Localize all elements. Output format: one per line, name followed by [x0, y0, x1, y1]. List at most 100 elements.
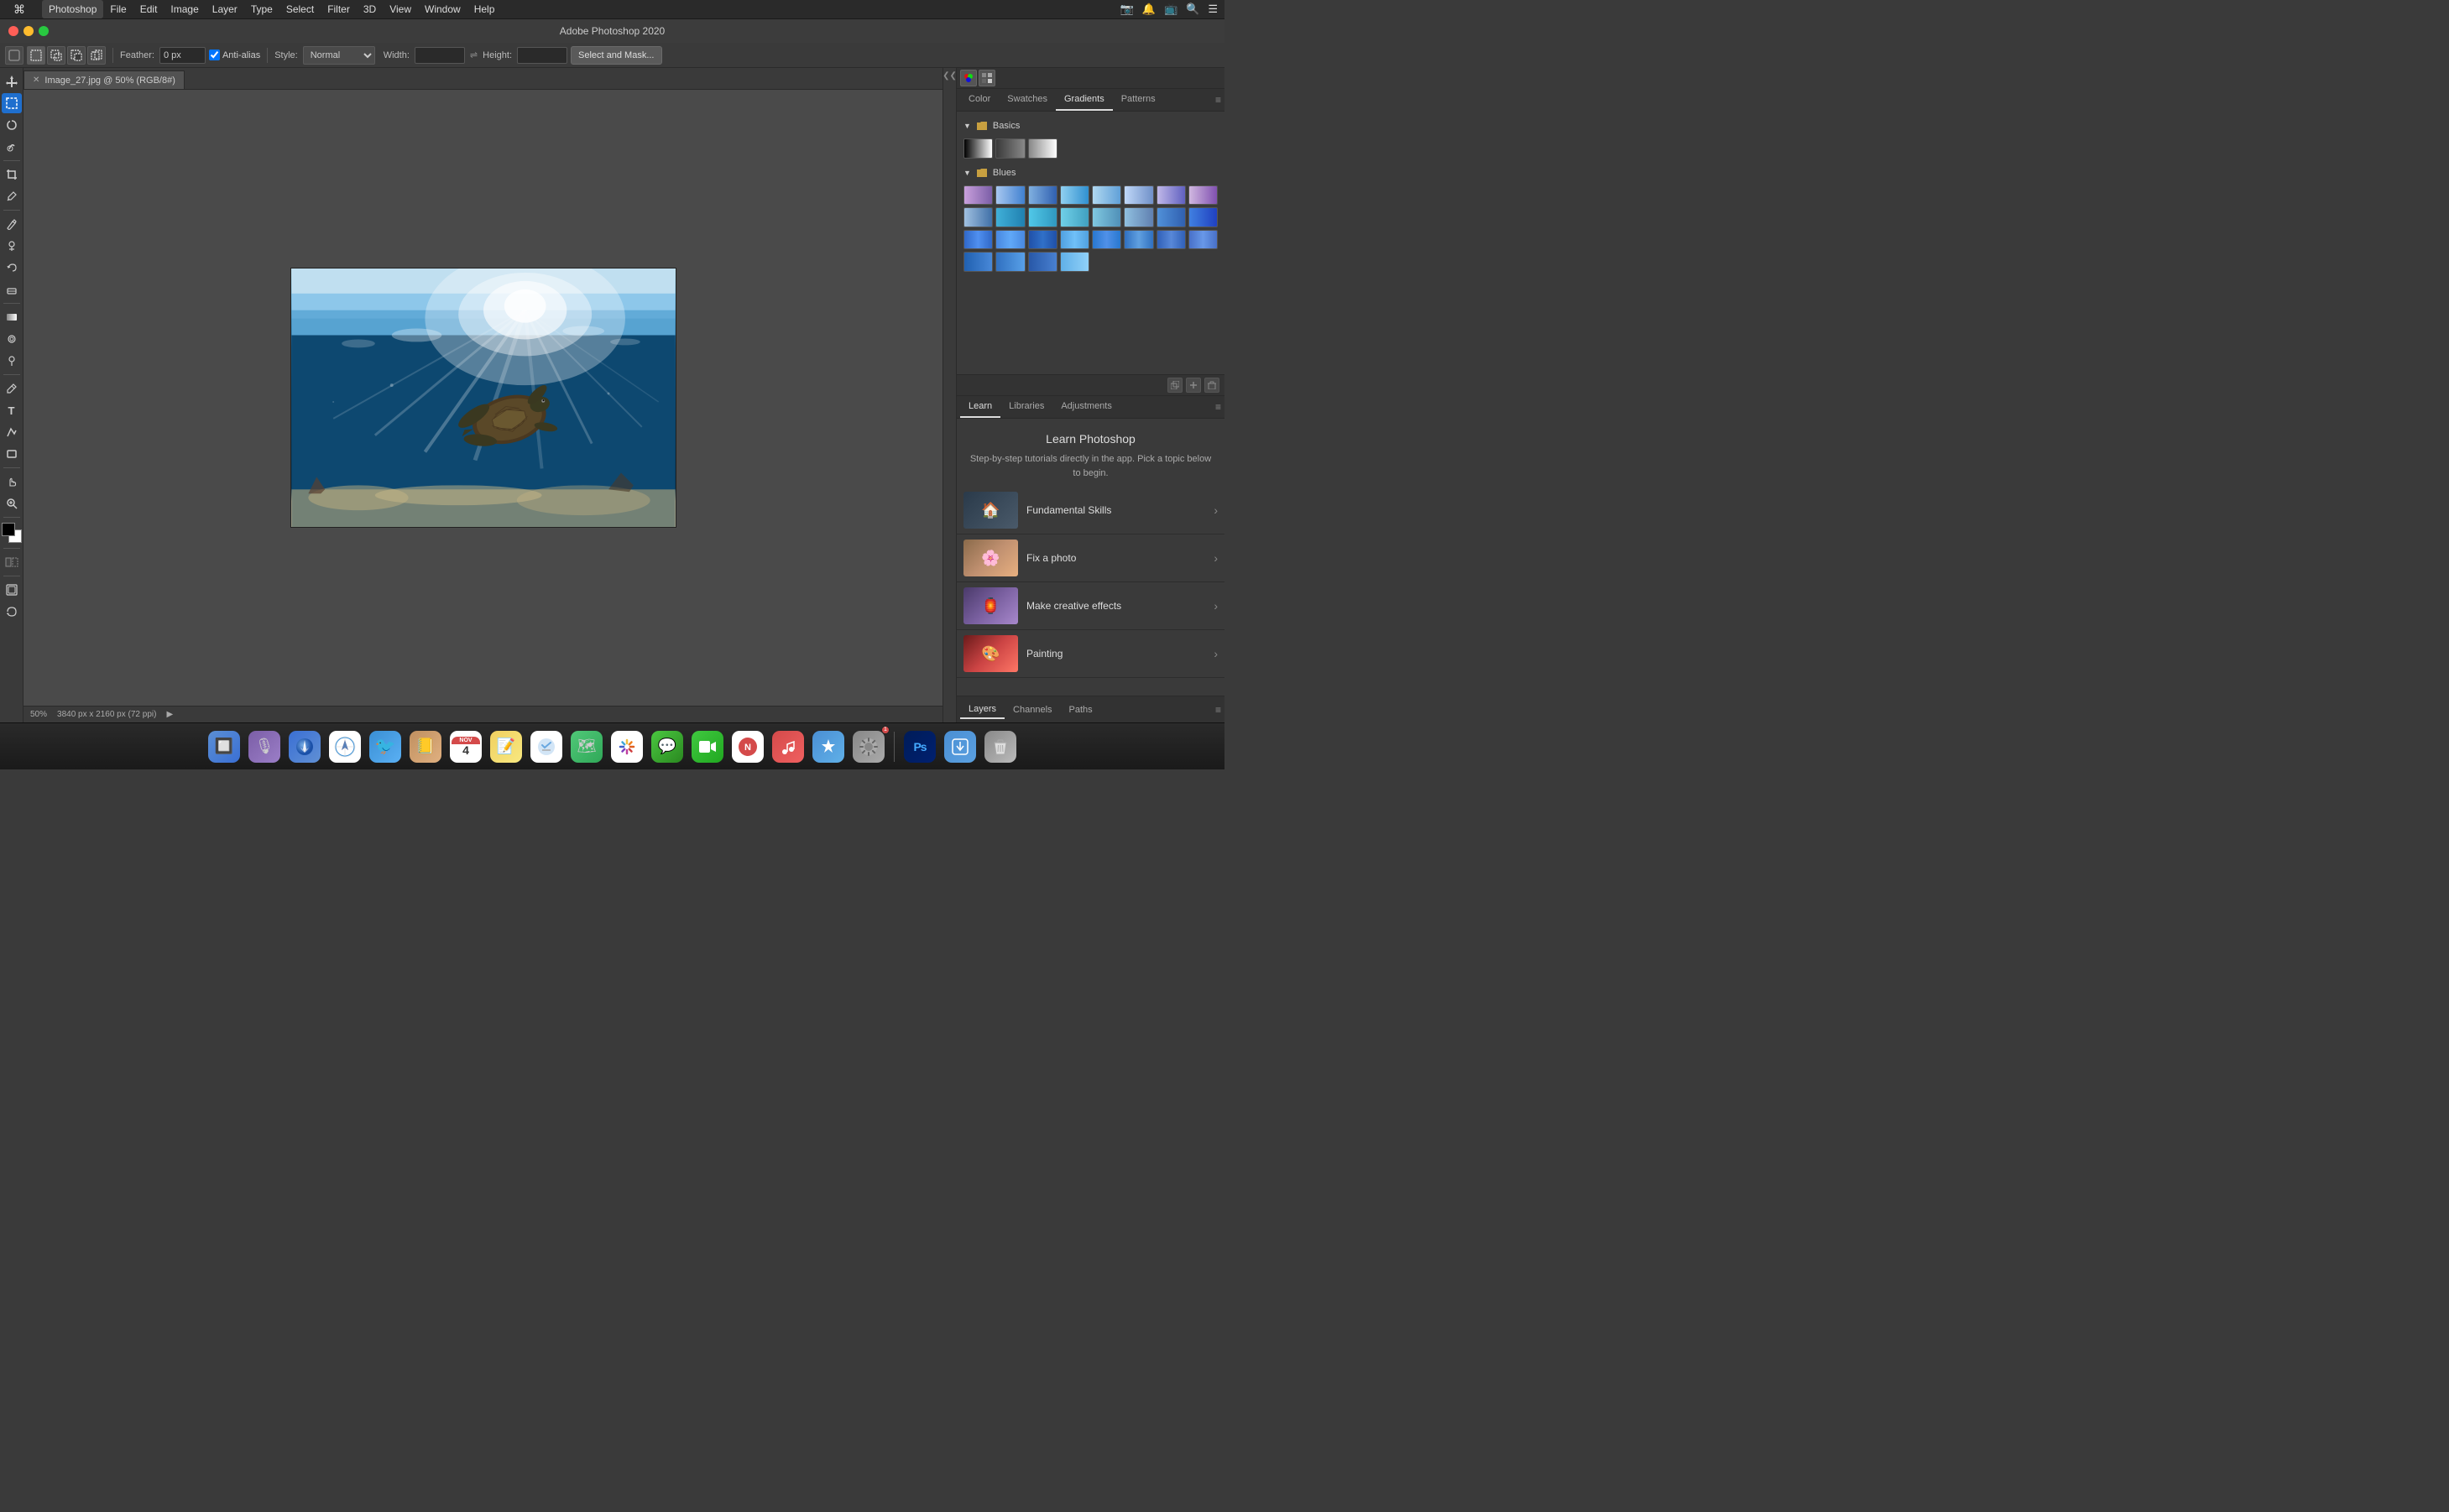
navigate-forward[interactable]: ▶ [166, 710, 173, 719]
dock-launchpad[interactable] [286, 728, 323, 765]
gradient-new-group-btn[interactable] [1167, 378, 1183, 393]
height-input[interactable] [517, 47, 567, 64]
tutorial-painting[interactable]: 🎨 Painting › [957, 630, 1224, 678]
dock-trash[interactable] [982, 728, 1019, 765]
search-icon[interactable]: 🔍 [1186, 3, 1199, 16]
3d-menu[interactable]: 3D [357, 0, 383, 18]
gradient-blues-2[interactable] [995, 185, 1025, 206]
gradient-blues-15[interactable] [1157, 207, 1186, 227]
anti-alias-checkbox-wrap[interactable]: Anti-alias [209, 50, 260, 60]
tool-preset-picker[interactable] [5, 46, 23, 65]
clone-stamp-tool[interactable] [2, 236, 22, 256]
rotate-view-btn[interactable] [2, 602, 22, 622]
dock-messages[interactable]: 💬 [649, 728, 686, 765]
screen-mode-btn[interactable] [2, 580, 22, 600]
panel-collapse-btn[interactable]: ❮❮ [943, 68, 956, 722]
tab-close-btn[interactable]: ✕ [33, 76, 39, 85]
dock-calendar[interactable]: NOV 4 [447, 728, 484, 765]
gradient-blues-7[interactable] [1157, 185, 1186, 206]
dock-maps[interactable]: 🗺 [568, 728, 605, 765]
photoshop-menu[interactable]: Photoshop [42, 0, 103, 18]
dock-reminders[interactable] [528, 728, 565, 765]
new-selection-btn[interactable] [27, 46, 45, 65]
eyedropper-tool[interactable] [2, 186, 22, 206]
dock-photoshop[interactable]: Ps [901, 728, 938, 765]
zoom-tool[interactable] [2, 493, 22, 514]
gradient-blues-5[interactable] [1092, 185, 1121, 206]
select-and-mask-button[interactable]: Select and Mask... [571, 46, 662, 65]
swatches-tab[interactable]: Swatches [999, 89, 1056, 111]
gradient-blues-6[interactable] [1124, 185, 1153, 206]
dock-appstore[interactable] [810, 728, 847, 765]
select-menu[interactable]: Select [279, 0, 321, 18]
dock-photos[interactable] [608, 728, 645, 765]
quick-selection-tool[interactable] [2, 137, 22, 157]
dock-siri[interactable]: 🎙 [246, 728, 283, 765]
gradients-tab[interactable]: Gradients [1056, 89, 1113, 111]
move-tool[interactable] [2, 71, 22, 91]
dock-finder[interactable]: 🔲 [206, 728, 243, 765]
blur-tool[interactable] [2, 329, 22, 349]
filter-menu[interactable]: Filter [321, 0, 357, 18]
dock-safari[interactable] [326, 728, 363, 765]
close-button[interactable] [8, 26, 18, 36]
gradient-blues-11[interactable] [1028, 207, 1057, 227]
feather-input[interactable] [159, 47, 206, 64]
help-menu[interactable]: Help [467, 0, 502, 18]
gradient-blues-14[interactable] [1124, 207, 1153, 227]
rectangular-marquee-tool[interactable] [2, 93, 22, 113]
foreground-color[interactable] [2, 523, 15, 536]
document-tab[interactable]: ✕ Image_27.jpg @ 50% (RGB/8#) [23, 70, 185, 89]
add-selection-btn[interactable] [47, 46, 65, 65]
dock-facetime[interactable] [689, 728, 726, 765]
dock-music[interactable] [770, 728, 807, 765]
libraries-tab[interactable]: Libraries [1000, 396, 1052, 418]
intersect-selection-btn[interactable] [87, 46, 106, 65]
width-input[interactable] [415, 47, 465, 64]
text-tool[interactable]: T [2, 400, 22, 420]
gradient-blues-r2-8[interactable] [1188, 230, 1218, 250]
gradient-blues-13[interactable] [1092, 207, 1121, 227]
pen-tool[interactable] [2, 378, 22, 399]
gradient-blues-8[interactable] [1188, 185, 1218, 206]
dock-notebooks[interactable]: 📒 [407, 728, 444, 765]
dock-preferences[interactable]: 1 [850, 728, 887, 765]
gradient-blues-12[interactable] [1060, 207, 1089, 227]
gradient-delete-btn[interactable] [1204, 378, 1219, 393]
learn-settings-btn[interactable]: ≡ [1215, 396, 1221, 418]
gradient-blues-r2-7[interactable] [1157, 230, 1186, 250]
gradient-blues-r2-6[interactable] [1124, 230, 1153, 250]
gradient-blues-16[interactable] [1188, 207, 1218, 227]
channels-tab[interactable]: Channels [1005, 701, 1060, 718]
gradient-blues-r2-5[interactable] [1092, 230, 1121, 250]
crop-tool[interactable] [2, 164, 22, 185]
panel-settings-btn[interactable]: ≡ [1215, 89, 1221, 111]
dock-notes[interactable]: 📝 [488, 728, 525, 765]
apple-menu[interactable]: ⌘ [7, 0, 32, 18]
gradient-blues-3[interactable] [1028, 185, 1057, 206]
gradient-blues-r2-3[interactable] [1028, 230, 1057, 250]
brush-tool[interactable] [2, 214, 22, 234]
dodge-tool[interactable] [2, 351, 22, 371]
adjustments-tab[interactable]: Adjustments [1052, 396, 1120, 418]
eraser-tool[interactable] [2, 279, 22, 300]
anti-alias-checkbox[interactable] [209, 50, 220, 60]
image-menu[interactable]: Image [164, 0, 205, 18]
gradient-blues-r3-1[interactable] [963, 252, 993, 272]
paths-tab[interactable]: Paths [1061, 701, 1101, 718]
hand-tool[interactable] [2, 472, 22, 492]
color-swatches[interactable] [2, 523, 22, 543]
patterns-tab[interactable]: Patterns [1113, 89, 1164, 111]
tutorial-fix-photo[interactable]: 🌸 Fix a photo › [957, 534, 1224, 582]
path-selection-tool[interactable] [2, 422, 22, 442]
learn-tab[interactable]: Learn [960, 396, 1000, 418]
panel-icon-btn-1[interactable] [960, 70, 977, 86]
basics-group-header[interactable]: ▼ Basics [963, 118, 1218, 133]
gradient-basics-2[interactable] [995, 138, 1025, 159]
gradient-blues-r2-1[interactable] [963, 230, 993, 250]
edit-menu[interactable]: Edit [133, 0, 164, 18]
quick-mask-btn[interactable] [2, 552, 22, 572]
dock-news[interactable]: N [729, 728, 766, 765]
gradient-blues-10[interactable] [995, 207, 1025, 227]
panel-options-btn[interactable]: ≡ [1215, 704, 1221, 716]
